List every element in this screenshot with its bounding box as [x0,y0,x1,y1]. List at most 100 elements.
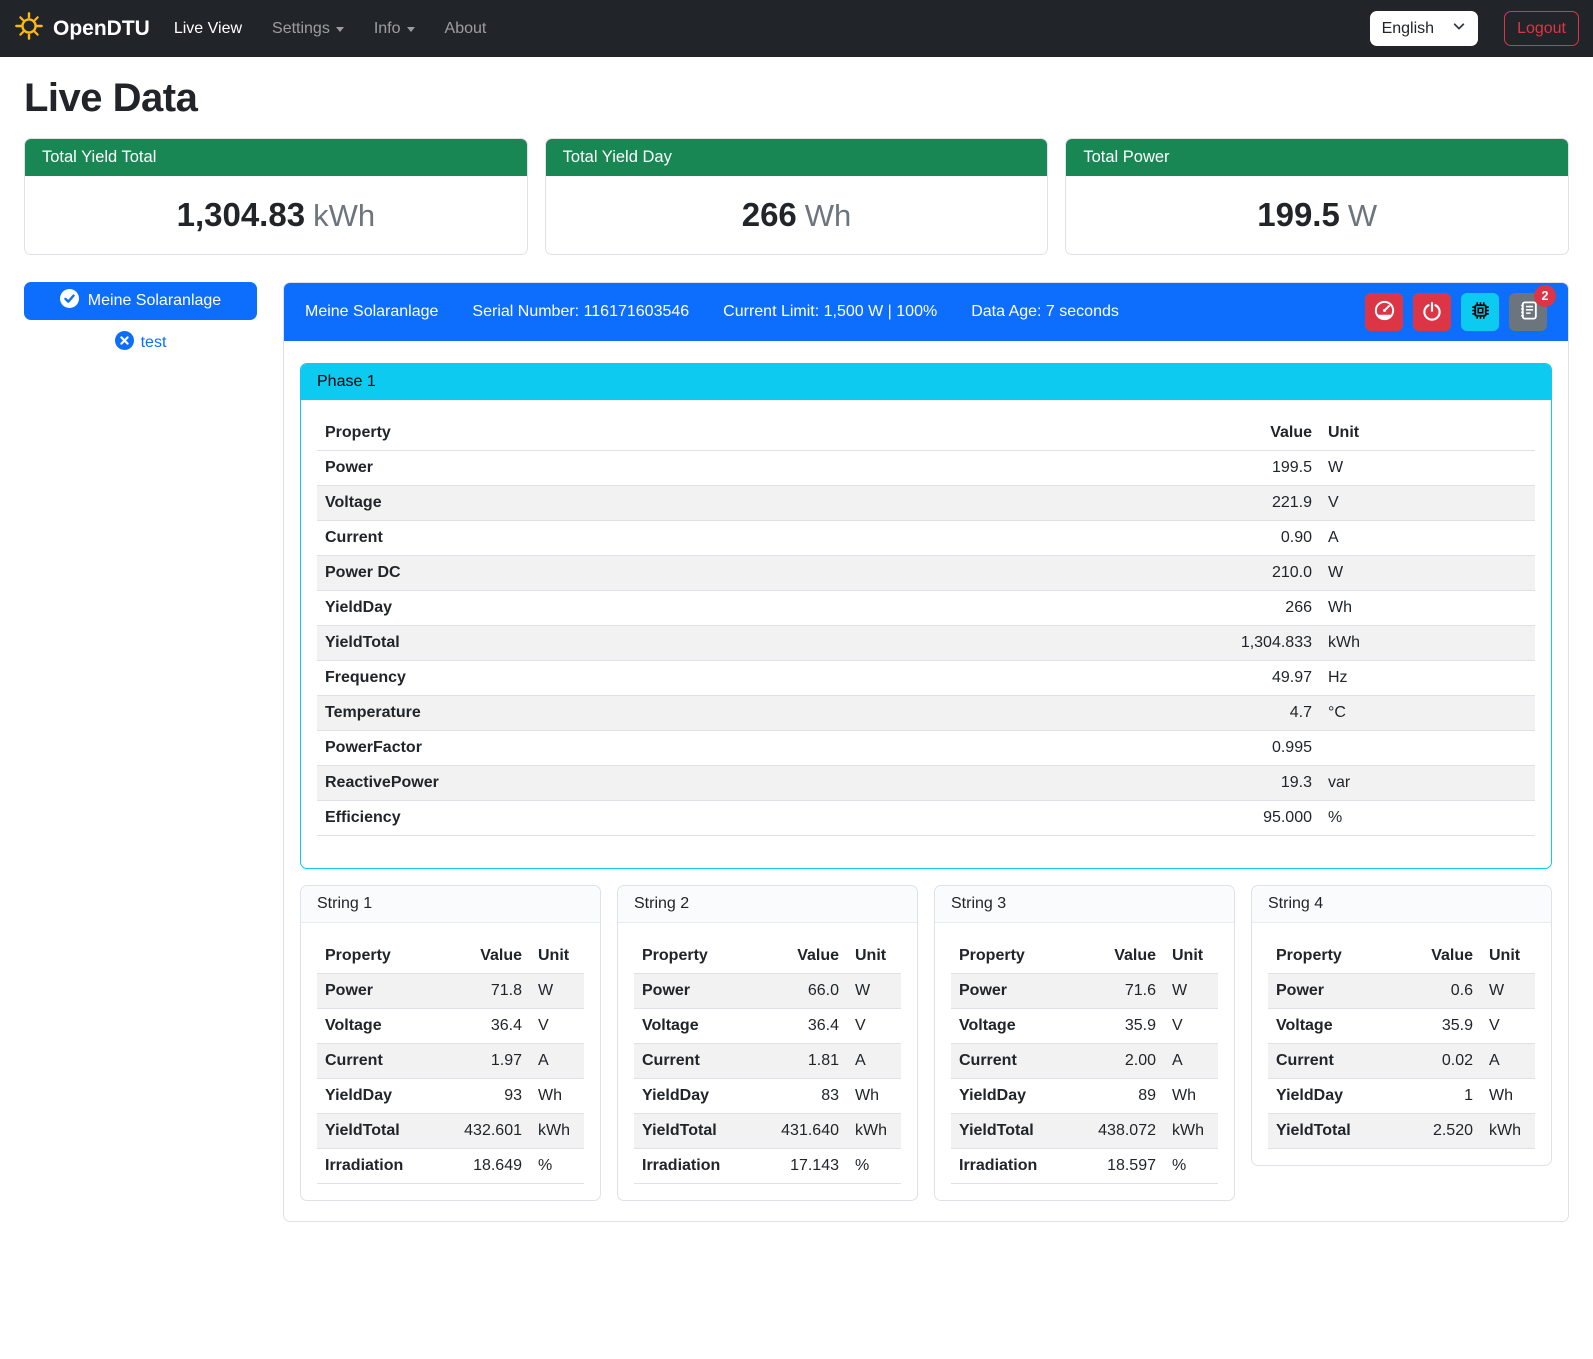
metric-value: 199.5 [1257,196,1340,233]
row-unit [1320,731,1535,766]
row-property: Current [951,1044,1070,1079]
event-log-button[interactable]: 2 [1509,293,1547,331]
row-property: YieldTotal [317,1114,436,1149]
row-property: Power [1268,974,1398,1009]
row-property: Current [1268,1044,1398,1079]
table-header-row: Property Value Unit [634,939,901,974]
row-unit: A [530,1044,584,1079]
table-row: YieldDay 89 Wh [951,1079,1218,1114]
table-row: YieldTotal 1,304.833 kWh [317,626,1535,661]
table-row: Voltage 36.4 V [317,1009,584,1044]
col-property: Property [634,939,753,974]
inverter-sidebar: Meine Solaranlage test [24,282,257,355]
row-unit: kWh [530,1114,584,1149]
power-button[interactable] [1413,293,1451,331]
nav-item-info[interactable]: Info [374,20,415,38]
row-value: 4.7 [917,696,1320,731]
row-value: 1.97 [436,1044,530,1079]
table-header-row: Property Value Unit [317,416,1535,451]
row-property: Irradiation [951,1149,1070,1184]
row-unit: % [847,1149,901,1184]
table-row: YieldDay 93 Wh [317,1079,584,1114]
event-count-badge: 2 [1534,285,1556,307]
row-unit: Wh [1320,591,1535,626]
metric-unit: Wh [805,198,852,233]
row-value: 2.520 [1398,1114,1481,1149]
row-value: 19.3 [917,766,1320,801]
language-select[interactable]: English [1370,11,1478,46]
row-unit: A [847,1044,901,1079]
row-property: Power [634,974,753,1009]
cpu-icon [1470,300,1491,324]
row-value: 36.4 [753,1009,847,1044]
row-value: 95.000 [917,801,1320,836]
inverter-limit: Current Limit: 1,500 W | 100% [723,303,937,321]
row-value: 199.5 [917,451,1320,486]
nav-item-settings[interactable]: Settings [272,20,344,38]
row-unit: Wh [530,1079,584,1114]
row-unit: Wh [1164,1079,1218,1114]
sidebar-item-meine-solaranlage[interactable]: Meine Solaranlage [24,282,257,320]
row-value: 0.02 [1398,1044,1481,1079]
col-property: Property [1268,939,1398,974]
sun-logo-icon [14,11,44,47]
inverter-panel: Meine Solaranlage Serial Number: 1161716… [283,282,1569,1222]
table-row: Voltage 221.9 V [317,486,1535,521]
row-value: 83 [753,1079,847,1114]
table-row: Frequency 49.97 Hz [317,661,1535,696]
brand[interactable]: OpenDTU [14,11,150,47]
row-value: 2.00 [1070,1044,1164,1079]
string-title: String 2 [618,886,917,923]
table-row: Power 71.6 W [951,974,1218,1009]
table-row: Voltage 35.9 V [1268,1009,1535,1044]
table-row: Current 0.90 A [317,521,1535,556]
metric-value: 266 [742,196,797,233]
string-1-table: Property Value Unit Power [317,939,584,1184]
row-unit: % [1164,1149,1218,1184]
row-property: YieldDay [1268,1079,1398,1114]
row-value: 1,304.833 [917,626,1320,661]
row-unit: V [530,1009,584,1044]
row-property: YieldDay [317,591,917,626]
string-2-card: String 2 Property Value Unit [617,885,918,1201]
string-4-card: String 4 Property Value Unit [1251,885,1552,1166]
sidebar-item-test[interactable]: test [24,331,257,355]
row-property: Power [317,451,917,486]
limit-settings-button[interactable] [1365,293,1403,331]
nav-item-about[interactable]: About [445,20,487,38]
strings-row: String 1 Property Value Unit [300,885,1552,1201]
string-title: String 4 [1252,886,1551,923]
table-row: Efficiency 95.000 % [317,801,1535,836]
row-value: 0.90 [917,521,1320,556]
row-property: Voltage [951,1009,1070,1044]
metric-unit: W [1348,198,1377,233]
row-unit: W [1320,556,1535,591]
table-row: Temperature 4.7 °C [317,696,1535,731]
chevron-down-icon [1452,19,1466,38]
string-title: String 3 [935,886,1234,923]
logout-button[interactable]: Logout [1504,11,1579,46]
device-info-button[interactable] [1461,293,1499,331]
card-total-power: Total Power 199.5W [1065,138,1569,255]
table-row: Current 0.02 A [1268,1044,1535,1079]
phase-table: Property Value Unit Power [317,416,1535,836]
row-value: 432.601 [436,1114,530,1149]
table-row: Voltage 35.9 V [951,1009,1218,1044]
table-row: Current 2.00 A [951,1044,1218,1079]
row-value: 438.072 [1070,1114,1164,1149]
table-header-row: Property Value Unit [951,939,1218,974]
row-property: Power [317,974,436,1009]
inverter-name: Meine Solaranlage [305,303,438,321]
nav-item-live-view[interactable]: Live View [174,20,242,38]
table-header-row: Property Value Unit [1268,939,1535,974]
table-row: ReactivePower 19.3 var [317,766,1535,801]
row-unit: kWh [847,1114,901,1149]
table-row: YieldTotal 2.520 kWh [1268,1114,1535,1149]
row-unit: V [1320,486,1535,521]
string-3-card: String 3 Property Value Unit [934,885,1235,1201]
string-title: String 1 [301,886,600,923]
phase-title: Phase 1 [301,364,1551,400]
power-icon [1422,301,1442,324]
col-value: Value [1070,939,1164,974]
navbar: OpenDTU Live View Settings Info About En… [0,0,1593,57]
